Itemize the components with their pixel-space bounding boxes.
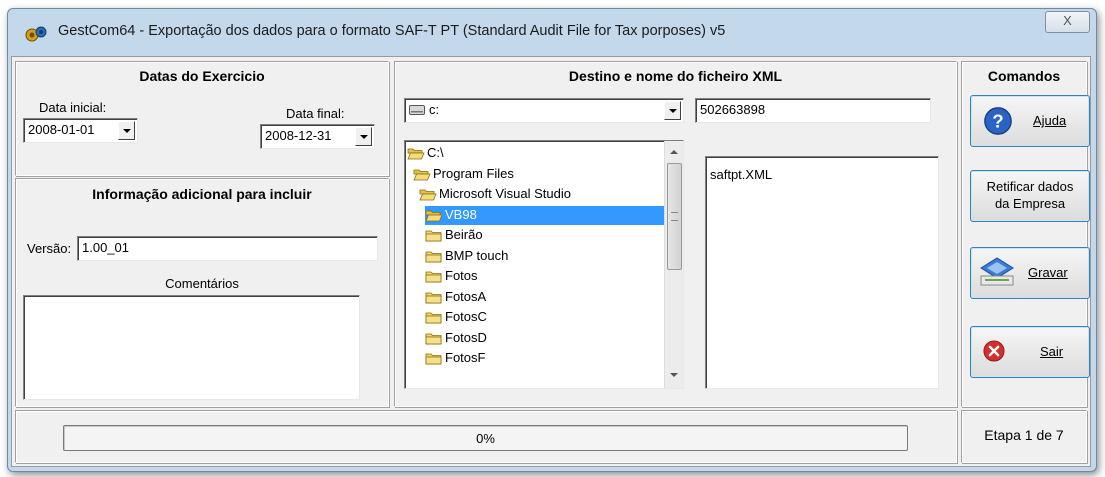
close-circle-icon [983, 340, 1005, 362]
version-label: Versão: [27, 241, 72, 256]
destination-panel: Destino e nome do ficheiro XML c: 502663… [394, 61, 957, 407]
exit-button[interactable]: Sair [970, 326, 1090, 378]
filename-input[interactable]: 502663898 [695, 98, 931, 123]
help-button[interactable]: ? Ajuda [970, 95, 1090, 147]
drive-value: c: [429, 102, 440, 117]
folder-label: FotosA [445, 288, 487, 304]
folder-label: FotosD [445, 329, 487, 345]
folder-icon [425, 292, 442, 303]
app-window: GestCom64 - Exportação dos dados para o … [7, 8, 1097, 472]
folder-label: Beirão [445, 227, 483, 242]
window-title: GestCom64 - Exportação dos dados para o … [58, 23, 726, 39]
progress-text: 0% [476, 431, 495, 446]
end-date-label: Data final: [286, 106, 345, 121]
drive-icon [409, 105, 425, 115]
comments-label: Comentários [165, 276, 239, 291]
open-folder-icon [407, 148, 425, 160]
save-button[interactable]: Gravar [970, 247, 1090, 299]
chevron-down-icon [360, 135, 368, 139]
client-area: Datas do Exercicio Data inicial: 2008-01… [11, 56, 1091, 467]
file-items: saftpt.XML [710, 167, 772, 185]
commands-title: Comandos [987, 68, 1061, 84]
save-disk-icon [980, 257, 1014, 286]
help-icon: ? [984, 107, 1012, 135]
progress-bar: 0% [63, 425, 908, 451]
scroll-up-arrow-icon[interactable] [670, 150, 678, 154]
drive-dropdown-button[interactable] [664, 101, 681, 120]
close-icon: X [1063, 13, 1072, 28]
folder-icon [425, 312, 442, 324]
version-input[interactable]: 1.00_01 [77, 236, 378, 261]
folder-label: VB98 [445, 206, 477, 222]
file-list[interactable]: saftpt.XML [705, 156, 939, 389]
folder-list: C:\ Program Files Microsoft Visual Studio V… [405, 141, 664, 388]
chevron-down-icon [669, 109, 677, 113]
scroll-down-arrow-icon[interactable] [670, 373, 678, 377]
folder-scrollbar[interactable] [664, 141, 683, 388]
folder-icon [425, 251, 442, 262]
svg-text:?: ? [992, 111, 1003, 132]
rectify-label-line2: da Empresa [994, 196, 1066, 211]
end-date-value: 2008-12-31 [265, 128, 332, 143]
folder-tree[interactable]: C:\ Program Files Microsoft Visual Studio V… [404, 140, 684, 389]
chevron-down-icon [123, 129, 131, 133]
folder-icon [425, 271, 442, 283]
step-panel: Etapa 1 de 7 [961, 410, 1087, 463]
folder-label: Program Files [433, 165, 514, 181]
folder-icon [425, 333, 442, 344]
dates-panel-title: Datas do Exercicio [139, 68, 265, 84]
exit-label: Sair [1040, 344, 1064, 359]
end-date-combo[interactable]: 2008-12-31 [260, 124, 375, 149]
version-value: 1.00_01 [82, 240, 129, 255]
title-bar: GestCom64 - Exportação dos dados para o … [8, 9, 1096, 49]
rectify-company-button[interactable]: Retificar dados da Empresa [970, 170, 1090, 222]
app-icon [25, 26, 47, 42]
drive-combo[interactable]: c: [404, 98, 684, 123]
additional-info-title: Informação adicional para incluir [92, 186, 312, 202]
dates-panel: Datas do Exercicio Data inicial: 2008-01… [15, 61, 389, 176]
folder-label: FotosF [445, 350, 486, 365]
folder-icon [425, 230, 442, 242]
step-text: Etapa 1 de 7 [984, 427, 1064, 443]
open-folder-icon [419, 189, 437, 201]
comments-textarea[interactable] [23, 295, 360, 400]
start-date-value: 2008-01-01 [28, 122, 95, 137]
folder-label: Microsoft Visual Studio [439, 186, 571, 201]
start-date-combo[interactable]: 2008-01-01 [23, 118, 138, 143]
scroll-thumb[interactable] [667, 163, 682, 270]
open-folder-icon [425, 210, 443, 221]
rectify-label-line1: Retificar dados [986, 179, 1074, 194]
help-label: Ajuda [1033, 113, 1067, 128]
end-date-dropdown-button[interactable] [355, 127, 372, 146]
save-label: Gravar [1028, 265, 1068, 280]
folder-label: Fotos [445, 268, 478, 283]
filename-value: 502663898 [700, 102, 766, 117]
file-list-item[interactable]: saftpt.XML [710, 167, 772, 185]
folder-label: C:\ [427, 145, 444, 160]
additional-info-panel: Informação adicional para incluir Versão… [15, 178, 389, 407]
folder-label: BMP touch [445, 247, 509, 263]
start-date-label: Data inicial: [39, 100, 107, 115]
destination-panel-title: Destino e nome do ficheiro XML [568, 68, 783, 84]
close-button[interactable]: X [1045, 11, 1090, 33]
grip-icon [671, 212, 678, 221]
start-date-dropdown-button[interactable] [118, 121, 135, 140]
folder-icon [425, 353, 442, 365]
folder-tree-item[interactable]: VB98 [425, 205, 664, 225]
open-folder-icon [413, 169, 431, 180]
folder-label: FotosC [445, 309, 487, 324]
